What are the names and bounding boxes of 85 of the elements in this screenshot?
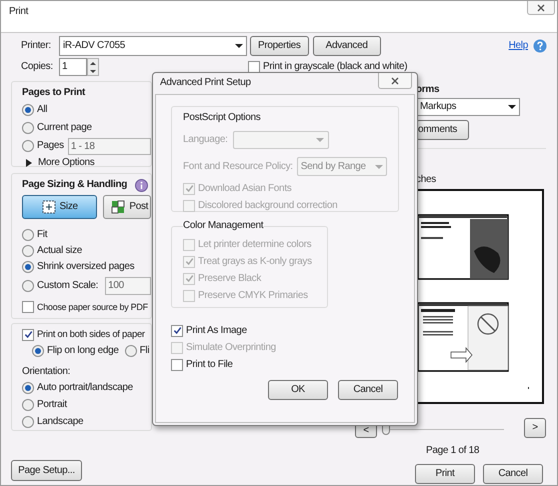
radio-label: Custom Scale: (37, 279, 98, 293)
radio-label: Fit (37, 228, 48, 242)
checkbox[interactable] (22, 328, 34, 340)
caret-icon (235, 44, 243, 48)
radio-button[interactable] (22, 416, 34, 428)
radio-button[interactable] (124, 345, 137, 357)
radio-label: Landscape (37, 415, 84, 429)
info-icon[interactable] (135, 178, 148, 192)
mode-button[interactable]: Post (103, 195, 151, 219)
field-label: Printer: (20, 39, 52, 53)
cancel-button[interactable]: Cancel (338, 380, 398, 400)
spinner-icon[interactable] (87, 58, 99, 76)
next-page-button[interactable]: > (524, 418, 546, 438)
radio-label: Shrink oversized pages (37, 260, 134, 274)
checkbox-label: Choose paper source by PDF (37, 300, 148, 314)
caret-icon (508, 105, 516, 109)
checkbox[interactable] (171, 324, 183, 336)
close-icon (391, 76, 399, 84)
checkbox-label: Download Asian Fonts (198, 182, 292, 196)
close-icon (537, 4, 545, 12)
radio-button[interactable] (32, 345, 44, 357)
printer-dropdown[interactable]: iR-ADV C7055 (59, 36, 247, 56)
ok-button[interactable]: OK (268, 380, 328, 400)
radio-label: All (37, 103, 48, 117)
checkbox-label: Treat grays as K-only grays (198, 254, 312, 268)
checkbox-label: Print As Image (186, 324, 247, 338)
page-count-label: Page 1 of 18 (426, 444, 480, 458)
caret-icon (316, 138, 324, 142)
help-link[interactable]: Help (508, 39, 528, 53)
radio-label: Flip on long edge (47, 344, 119, 358)
checkbox[interactable] (248, 61, 260, 73)
scale-field[interactable]: 100 (105, 277, 151, 295)
radio-label: Portrait (37, 398, 67, 412)
close-button[interactable] (378, 73, 412, 89)
checkbox-label: Simulate Overprinting (186, 340, 276, 354)
grid-icon (111, 200, 126, 214)
page-setup-button[interactable]: Page Setup... (11, 460, 82, 481)
checkbox-label: Print on both sides of paper (37, 328, 145, 342)
checkbox[interactable] (22, 300, 34, 312)
checkbox[interactable] (171, 358, 183, 370)
field-label: Font and Resource Policy: (183, 160, 294, 174)
radio-button[interactable] (22, 229, 34, 241)
window-title: Print (8, 5, 28, 19)
checkbox-label: Let printer determine colors (198, 238, 312, 252)
field-label: Copies: (20, 60, 54, 74)
section-title: Page Sizing & Handling (22, 178, 128, 192)
mode-button[interactable]: Size (22, 195, 98, 219)
checkbox-label: Preserve CMYK Primaries (198, 288, 308, 302)
checkbox-label: Discolored background correction (198, 198, 338, 212)
group-title: PostScript Options (183, 111, 262, 125)
more-options-link[interactable]: More Options (38, 156, 94, 170)
radio-button[interactable] (22, 245, 34, 257)
radio-button[interactable] (22, 261, 34, 273)
section-title: Pages to Print (22, 86, 86, 100)
advanced-button[interactable]: Advanced (312, 36, 381, 56)
resize-icon (42, 200, 56, 214)
group-title: Color Management (183, 219, 264, 233)
radio-button[interactable] (22, 104, 34, 116)
cancel-button[interactable]: Cancel (483, 464, 543, 484)
radio-label: Actual size (37, 244, 82, 258)
field-label: Language: (183, 133, 229, 147)
comments-button[interactable]: omments (416, 120, 469, 140)
markups-dropdown[interactable]: Markups (416, 98, 520, 116)
radio-button[interactable] (22, 382, 34, 394)
print-button[interactable]: Print (415, 464, 475, 484)
properties-button[interactable]: Properties (250, 36, 309, 56)
pages-field[interactable]: 1 - 18 (68, 138, 151, 154)
radio-label: Current page (37, 121, 92, 135)
close-button[interactable] (527, 1, 555, 15)
checkbox-label: Print in grayscale (black and white) (263, 60, 408, 74)
radio-button[interactable] (22, 140, 34, 152)
radio-button[interactable] (22, 122, 34, 134)
orientation-label: Orientation: (22, 365, 72, 379)
checkbox-label: Preserve Black (198, 272, 262, 286)
copies-field[interactable]: 1 (59, 58, 87, 76)
radio-label: Fli (140, 344, 150, 358)
checkbox-label: Print to File (186, 358, 233, 372)
radio-label: Pages (37, 139, 64, 153)
radio-button[interactable] (22, 280, 34, 292)
help-icon[interactable] (533, 39, 547, 53)
radio-label: Auto portrait/landscape (37, 381, 133, 395)
expand-arrow-icon[interactable] (26, 159, 32, 167)
dialog-title: Advanced Print Setup (159, 76, 251, 90)
radio-button[interactable] (22, 399, 34, 411)
caret-icon (374, 164, 383, 168)
